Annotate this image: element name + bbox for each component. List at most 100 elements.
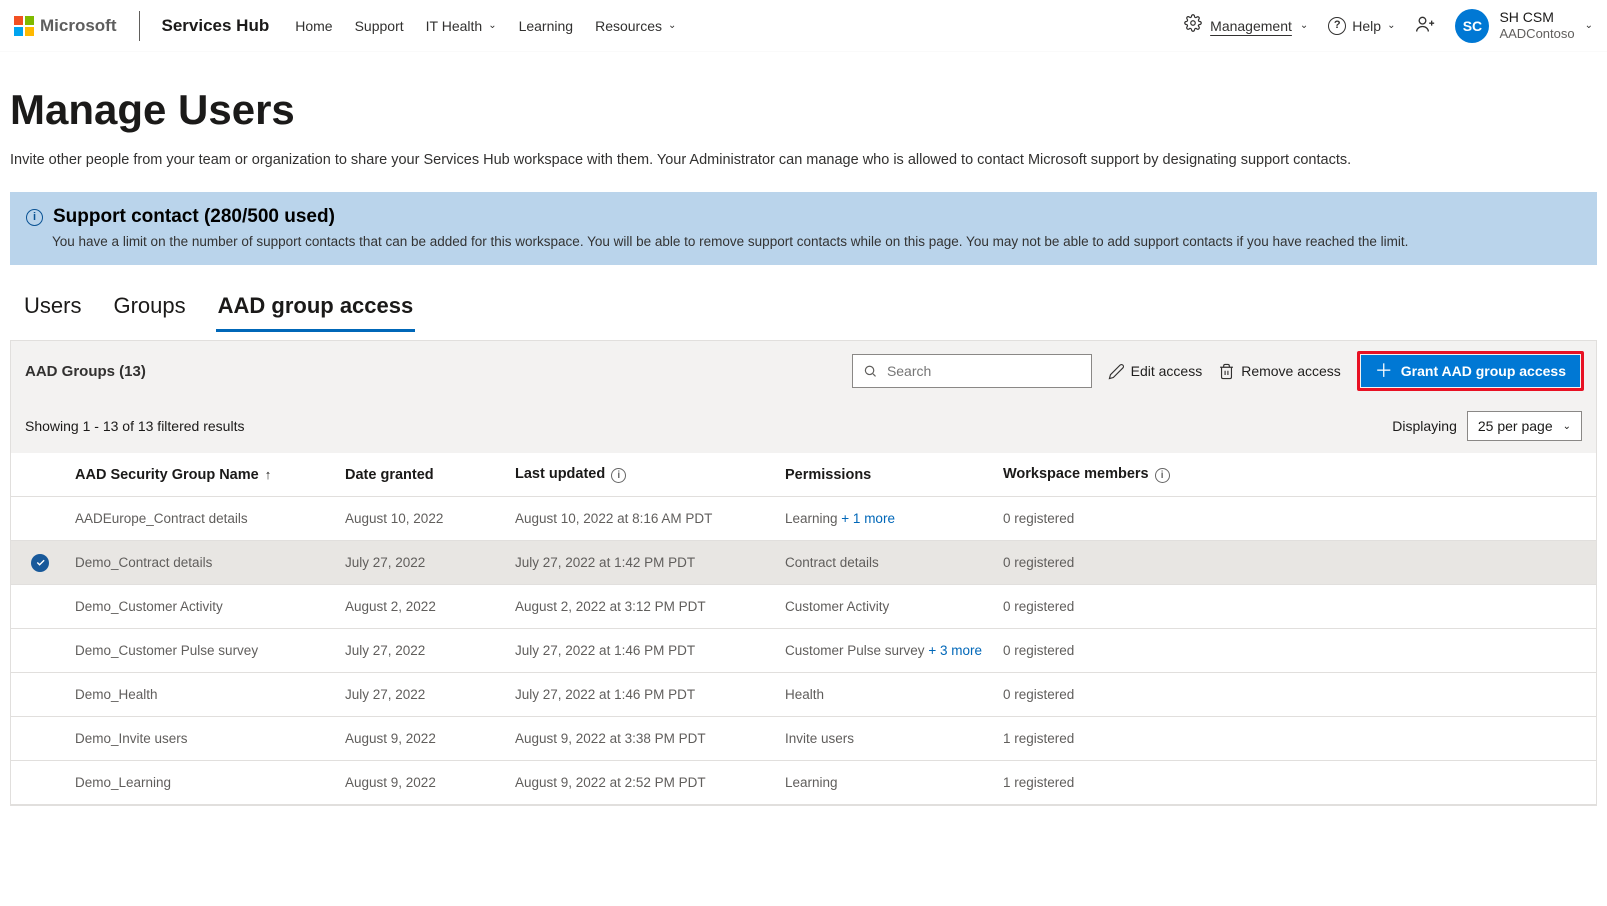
edit-access-button[interactable]: Edit access — [1108, 363, 1203, 380]
cell-updated: August 2, 2022 at 3:12 PM PDT — [509, 591, 779, 622]
chevron-down-icon: ⌄ — [1387, 20, 1395, 31]
nav-home[interactable]: Home — [295, 18, 332, 34]
cell-members: 1 registered — [997, 723, 1217, 754]
col-perm[interactable]: Permissions — [779, 459, 997, 491]
cell-name: Demo_Customer Activity — [69, 591, 339, 622]
cell-name: AADEurope_Contract details — [69, 503, 339, 534]
pencil-icon — [1108, 363, 1125, 380]
cell-name: Demo_Invite users — [69, 723, 339, 754]
support-contact-banner: i Support contact (280/500 used) You hav… — [10, 192, 1597, 265]
row-select-cell[interactable] — [11, 643, 69, 659]
table-row[interactable]: Demo_Invite usersAugust 9, 2022August 9,… — [11, 717, 1596, 761]
microsoft-logo-icon — [14, 16, 34, 36]
table-row[interactable]: Demo_Contract detailsJuly 27, 2022July 2… — [11, 541, 1596, 585]
col-name[interactable]: AAD Security Group Name↑ — [69, 459, 339, 491]
aad-section: AAD Groups (13) Edit access Remove acces… — [10, 340, 1597, 806]
cell-updated: August 10, 2022 at 8:16 AM PDT — [509, 503, 779, 534]
cell-members: 0 registered — [997, 635, 1217, 666]
cell-date: August 9, 2022 — [339, 723, 509, 754]
chevron-down-icon: ⌄ — [668, 20, 676, 31]
banner-body: You have a limit on the number of suppor… — [26, 234, 1581, 249]
col-date[interactable]: Date granted — [339, 459, 509, 491]
page-subtitle: Invite other people from your team or or… — [10, 152, 1597, 168]
cell-members: 0 registered — [997, 679, 1217, 710]
table-row[interactable]: AADEurope_Contract details August 10, 202… — [11, 497, 1596, 541]
more-link[interactable]: + 1 more — [841, 511, 895, 526]
row-select-cell[interactable] — [11, 546, 69, 580]
microsoft-logo[interactable]: Microsoft — [14, 16, 117, 36]
cell-name: Demo_Contract details — [69, 547, 339, 578]
table-row[interactable]: Demo_Customer Pulse surveyJuly 27, 2022J… — [11, 629, 1596, 673]
chevron-down-icon: ⌄ — [1300, 20, 1308, 31]
search-box[interactable] — [852, 354, 1092, 388]
feedback-icon[interactable] — [1415, 14, 1435, 37]
brand-name[interactable]: Services Hub — [162, 16, 270, 36]
nav-it-health[interactable]: IT Health⌄ — [426, 18, 497, 34]
col-updated[interactable]: Last updatedi — [509, 458, 779, 491]
nav-support[interactable]: Support — [355, 18, 404, 34]
nav-learning[interactable]: Learning — [519, 18, 574, 34]
chevron-down-icon: ⌄ — [1563, 421, 1571, 432]
remove-access-button[interactable]: Remove access — [1218, 363, 1341, 380]
info-icon: i — [611, 468, 626, 483]
nav-resources[interactable]: Resources⌄ — [595, 18, 676, 34]
cell-perm: Customer Pulse survey + 3 more — [779, 635, 997, 666]
tab-users[interactable]: Users — [22, 287, 83, 332]
tab-groups[interactable]: Groups — [111, 287, 187, 332]
help-label: Help — [1352, 18, 1381, 34]
cell-date: July 27, 2022 — [339, 679, 509, 710]
table-row[interactable]: Demo_Customer ActivityAugust 2, 2022Augu… — [11, 585, 1596, 629]
checkmark-icon — [31, 554, 49, 572]
aad-groups-table: AAD Security Group Name↑ Date granted La… — [11, 453, 1596, 805]
search-input[interactable] — [885, 362, 1081, 380]
account-org: AADContoso — [1499, 26, 1574, 42]
section-heading: AAD Groups (13) — [25, 363, 146, 380]
page-title: Manage Users — [10, 86, 1597, 134]
more-link[interactable]: + 3 more — [928, 643, 982, 658]
cell-members: 1 registered — [997, 767, 1217, 798]
trash-icon — [1218, 363, 1235, 380]
cell-updated: July 27, 2022 at 1:46 PM PDT — [509, 679, 779, 710]
primary-nav: Home Support IT Health⌄ Learning Resourc… — [295, 18, 676, 34]
header-divider — [139, 11, 140, 41]
sort-asc-icon: ↑ — [265, 467, 272, 482]
banner-title: i Support contact (280/500 used) — [26, 206, 1581, 228]
chevron-down-icon: ⌄ — [1585, 20, 1593, 31]
management-menu[interactable]: Management ⌄ — [1184, 14, 1308, 37]
row-select-cell[interactable] — [11, 599, 69, 615]
display-label: Displaying — [1392, 418, 1457, 434]
grant-aad-group-access-button[interactable]: ＋ Grant AAD group access — [1361, 355, 1580, 387]
cell-date: July 27, 2022 — [339, 547, 509, 578]
cell-perm: Customer Activity — [779, 591, 997, 622]
row-select-cell[interactable] — [11, 511, 69, 527]
microsoft-wordmark: Microsoft — [40, 16, 117, 36]
header-right: Management ⌄ ? Help ⌄ SC SH CSM AADConto… — [1184, 9, 1593, 43]
cell-perm: Health — [779, 679, 997, 710]
user-avatar: SC — [1455, 9, 1489, 43]
tab-aad-group-access[interactable]: AAD group access — [216, 287, 416, 332]
results-bar: Showing 1 - 13 of 13 filtered results Di… — [11, 401, 1596, 453]
cell-perm: Contract details — [779, 547, 997, 578]
row-select-cell[interactable] — [11, 775, 69, 791]
per-page-select[interactable]: 25 per page ⌄ — [1467, 411, 1582, 441]
cell-name: Demo_Customer Pulse survey — [69, 635, 339, 666]
table-header: AAD Security Group Name↑ Date granted La… — [11, 453, 1596, 497]
table-row[interactable]: Demo_LearningAugust 9, 2022August 9, 202… — [11, 761, 1596, 805]
account-name: SH CSM — [1499, 9, 1574, 27]
management-label: Management — [1210, 18, 1292, 34]
cell-date: August 9, 2022 — [339, 767, 509, 798]
row-select-cell[interactable] — [11, 731, 69, 747]
cell-perm: Learning — [779, 767, 997, 798]
cell-perm: Learning + 1 more — [779, 503, 997, 534]
cell-name: Demo_Learning — [69, 767, 339, 798]
grant-access-highlight: ＋ Grant AAD group access — [1357, 351, 1584, 391]
cell-updated: July 27, 2022 at 1:46 PM PDT — [509, 635, 779, 666]
cell-updated: August 9, 2022 at 2:52 PM PDT — [509, 767, 779, 798]
col-members[interactable]: Workspace membersi — [997, 458, 1217, 491]
account-menu[interactable]: SC SH CSM AADContoso ⌄ — [1455, 9, 1593, 43]
table-row[interactable]: Demo_HealthJuly 27, 2022July 27, 2022 at… — [11, 673, 1596, 717]
help-menu[interactable]: ? Help ⌄ — [1328, 17, 1395, 35]
row-select-cell[interactable] — [11, 687, 69, 703]
tabs: Users Groups AAD group access — [22, 287, 1597, 332]
top-bar: Microsoft Services Hub Home Support IT H… — [0, 0, 1607, 52]
